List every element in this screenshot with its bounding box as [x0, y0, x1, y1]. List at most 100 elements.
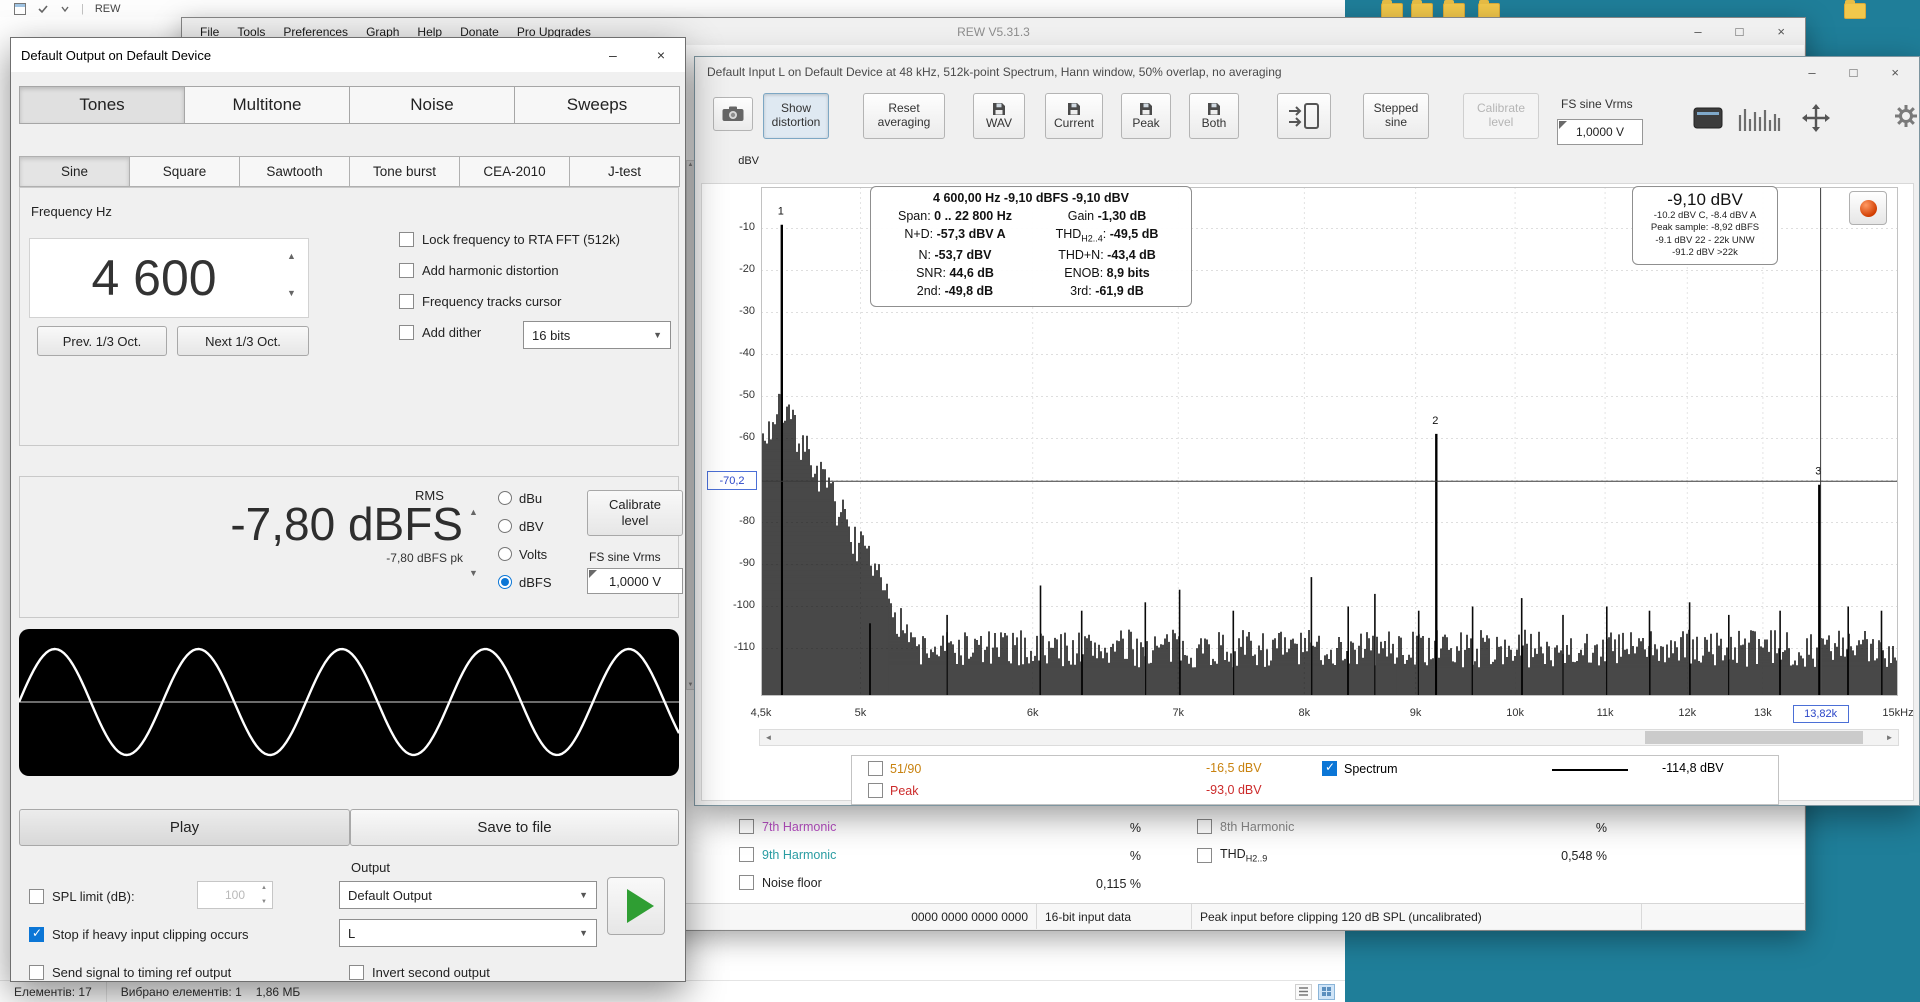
scroll-down-icon[interactable]: ▼ — [688, 682, 694, 688]
graph-horizontal-scrollbar[interactable]: ◄ ► — [759, 729, 1899, 746]
y-axis-unit: dBV — [717, 155, 759, 167]
show-distortion-button[interactable]: Show distortion — [763, 93, 829, 139]
volts-radio[interactable] — [498, 547, 512, 561]
fs-sine-vrms-field[interactable]: 1,0000 V — [587, 568, 683, 594]
desktop: | REW Елементів: 17 Вибрано елементів: 1… — [0, 0, 1920, 1002]
legend-peak-value: -93,0 dBV — [1206, 783, 1262, 797]
stop-clipping-checkbox[interactable] — [29, 927, 44, 942]
calibrate-level-button[interactable]: Calibratelevel — [587, 490, 683, 536]
explorer-quick-access-toolbar[interactable]: | REW — [0, 0, 1345, 17]
output-channel-dropdown[interactable]: L — [339, 919, 597, 947]
scroll-left-icon[interactable]: ◄ — [760, 730, 777, 745]
status-items-count: Елементів: 17 — [0, 981, 107, 1002]
play-triangle-icon — [627, 889, 654, 923]
svg-text:2: 2 — [1432, 415, 1438, 427]
stop-clipping-row: Stop if heavy input clipping occurs — [29, 925, 249, 943]
spl-limit-field[interactable]: 100 ▲▼ — [197, 881, 273, 909]
record-button[interactable] — [1849, 191, 1887, 225]
close-button[interactable]: × — [1777, 25, 1785, 38]
lock-frequency-checkbox[interactable] — [399, 232, 414, 247]
save-peak-button[interactable]: Peak — [1121, 93, 1171, 139]
scrollbar-thumb[interactable] — [1645, 731, 1863, 744]
maximize-button[interactable]: □ — [1736, 25, 1744, 38]
noise-floor-checkbox[interactable] — [739, 875, 754, 890]
lock-frequency-row: Lock frequency to RTA FFT (512k) — [399, 230, 620, 248]
generator-titlebar[interactable]: Default Output on Default Device – × — [11, 38, 685, 72]
harmonic-9-row: 9th Harmonic — [739, 847, 836, 862]
pan-mode-button[interactable] — [1795, 103, 1837, 133]
subtab-sawtooth[interactable]: Sawtooth — [239, 156, 350, 187]
subtab-j-test[interactable]: J-test — [569, 156, 680, 187]
save-both-button[interactable]: Both — [1189, 93, 1239, 139]
stepped-sine-button[interactable]: Stepped sine — [1363, 93, 1429, 139]
legend-5190-checkbox[interactable] — [868, 761, 883, 776]
tracks-cursor-row: Frequency tracks cursor — [399, 292, 561, 310]
tab-noise[interactable]: Noise — [349, 86, 515, 124]
harmonic-9-checkbox[interactable] — [739, 847, 754, 862]
status-selected-count: Вибрано елементів: 1 — [107, 981, 256, 1002]
fs-sine-vrms-field[interactable]: 1,0000 V — [1557, 119, 1643, 145]
details-view-button[interactable] — [1295, 984, 1312, 1000]
subtab-sine[interactable]: Sine — [19, 156, 130, 187]
save-wav-button[interactable]: WAV — [973, 93, 1025, 139]
spin-down-icon[interactable]: ▼ — [469, 569, 478, 578]
dither-bits-dropdown[interactable]: 16 bits — [523, 321, 671, 349]
level-readout-box: -9,10 dBV -10.2 dBV C, -8.4 dBV APeak sa… — [1632, 186, 1778, 265]
tracks-cursor-checkbox[interactable] — [399, 294, 414, 309]
subtab-tone-burst[interactable]: Tone burst — [349, 156, 460, 187]
invert-second-checkbox[interactable] — [349, 965, 364, 980]
output-device-dropdown[interactable]: Default Output — [339, 881, 597, 909]
x-tick-label: 8k — [1274, 707, 1334, 719]
harmonic-7-checkbox[interactable] — [739, 819, 754, 834]
spl-stepper[interactable]: ▲▼ — [258, 884, 270, 906]
minimize-button[interactable]: – — [1808, 66, 1815, 79]
add-harmonic-checkbox[interactable] — [399, 263, 414, 278]
frequency-field[interactable]: 4 600 — [29, 238, 309, 318]
y-tick-label: -80 — [707, 515, 755, 527]
dbv-radio[interactable] — [498, 519, 512, 533]
tab-multitone[interactable]: Multitone — [184, 86, 350, 124]
dbfs-radio[interactable] — [498, 575, 512, 589]
add-harmonic-label: Add harmonic distortion — [422, 263, 559, 278]
spin-up-icon[interactable]: ▲ — [287, 252, 296, 261]
display-mode-button[interactable] — [1693, 107, 1723, 129]
generator-routing-button[interactable] — [1277, 93, 1331, 139]
thd-checkbox[interactable] — [1197, 848, 1212, 863]
timing-ref-checkbox[interactable] — [29, 965, 44, 980]
minimize-button[interactable]: – — [1694, 25, 1701, 38]
add-dither-checkbox[interactable] — [399, 325, 414, 340]
minimize-button[interactable]: – — [609, 47, 617, 63]
dbu-radio[interactable] — [498, 491, 512, 505]
calibrate-level-button[interactable]: Calibrate level — [1463, 93, 1539, 139]
spl-limit-checkbox[interactable] — [29, 889, 44, 904]
close-button[interactable]: × — [1891, 66, 1899, 79]
tab-tones[interactable]: Tones — [19, 86, 185, 124]
spectrum-titlebar[interactable]: Default Input L on Default Device at 48 … — [695, 57, 1919, 87]
legend-spectrum-checkbox[interactable] — [1322, 761, 1337, 776]
spin-up-icon[interactable]: ▲ — [469, 508, 478, 517]
legend-peak-checkbox[interactable] — [868, 783, 883, 798]
settings-button[interactable] — [1891, 101, 1920, 131]
generator-start-button[interactable] — [607, 877, 665, 935]
thumbnail-view-button[interactable] — [1318, 984, 1335, 1000]
y-tick-label: -20 — [707, 263, 755, 275]
harmonic-8-checkbox[interactable] — [1197, 819, 1212, 834]
spectrum-bars-button[interactable] — [1735, 103, 1783, 133]
unit-dbu-row: dBu — [498, 490, 542, 506]
folder-icon[interactable] — [1844, 3, 1866, 19]
maximize-button[interactable]: □ — [1850, 66, 1858, 79]
play-button[interactable]: Play — [19, 809, 350, 846]
scroll-right-icon[interactable]: ► — [1881, 730, 1898, 745]
next-third-octave-button[interactable]: Next 1/3 Oct. — [177, 326, 309, 356]
tab-sweeps[interactable]: Sweeps — [514, 86, 680, 124]
spin-down-icon[interactable]: ▼ — [287, 289, 296, 298]
save-current-button[interactable]: Current — [1045, 93, 1103, 139]
subtab-cea-2010[interactable]: CEA-2010 — [459, 156, 570, 187]
subtab-square[interactable]: Square — [129, 156, 240, 187]
capture-image-button[interactable] — [713, 97, 753, 131]
reset-averaging-button[interactable]: Reset averaging — [863, 93, 945, 139]
save-to-file-button[interactable]: Save to file — [350, 809, 679, 846]
close-button[interactable]: × — [657, 47, 665, 63]
scroll-up-icon[interactable]: ▲ — [688, 162, 694, 168]
prev-third-octave-button[interactable]: Prev. 1/3 Oct. — [37, 326, 167, 356]
